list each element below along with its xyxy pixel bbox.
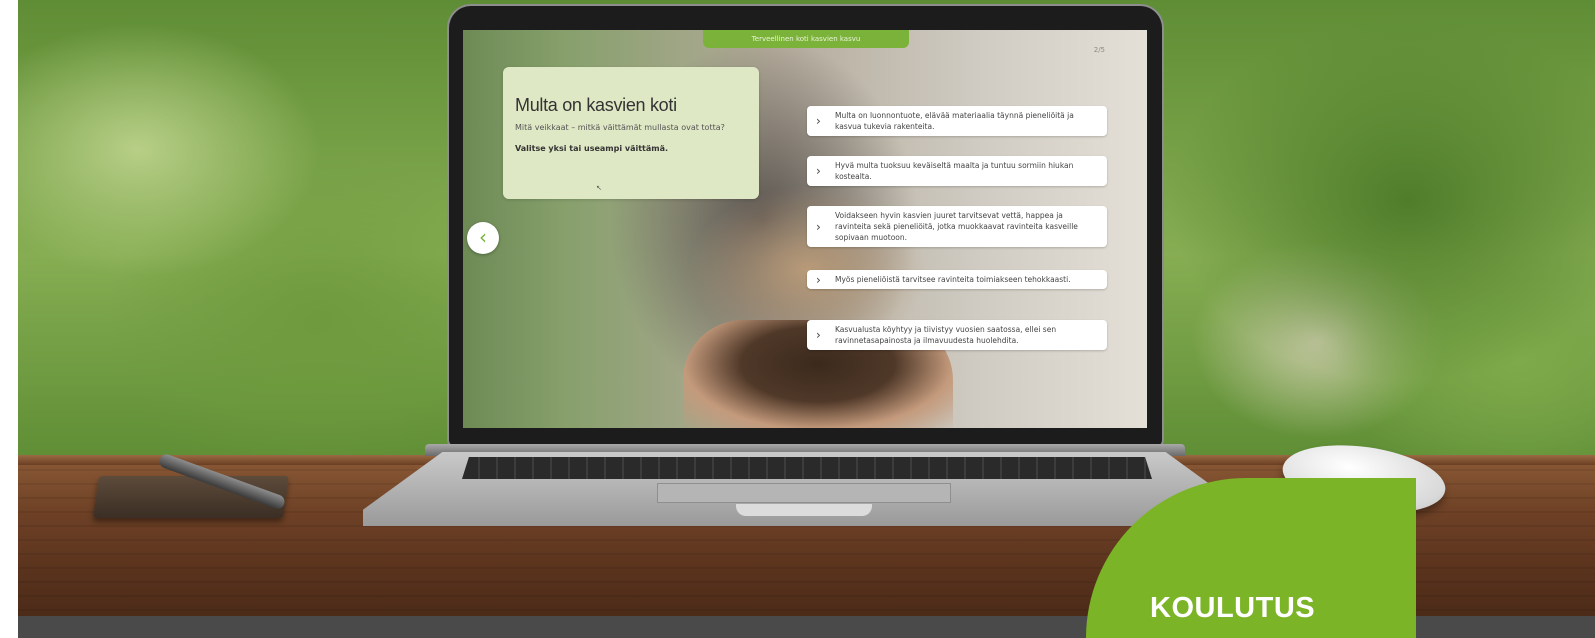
question-title: Multa on kasvien koti <box>515 95 677 115</box>
keyboard <box>462 457 1152 479</box>
laptop-screen: Terveellinen koti kasvien kasvu 2/5 Mult… <box>463 30 1147 428</box>
question-text: Mitä veikkaat – mitkä väittämät mullasta… <box>515 123 725 132</box>
answer-option[interactable]: › Kasvualusta köyhtyy ja tiivistyy vuosi… <box>807 320 1107 350</box>
page-counter: 2/5 <box>1093 46 1105 54</box>
answer-option-text: Voidakseen hyvin kasvien juuret tarvitse… <box>835 211 1078 242</box>
answer-option[interactable]: › Myös pieneliöistä tarvitsee ravinteita… <box>807 270 1107 289</box>
answer-option[interactable]: › Voidakseen hyvin kasvien juuret tarvit… <box>807 206 1107 247</box>
laptop-notch <box>736 504 872 516</box>
answer-option-text: Hyvä multa tuoksuu keväiseltä maalta ja … <box>835 161 1074 181</box>
question-card: Multa on kasvien koti Mitä veikkaat – mi… <box>503 67 759 199</box>
chevron-right-icon: › <box>816 164 821 178</box>
trackpad <box>657 483 951 503</box>
chevron-right-icon: › <box>816 272 821 287</box>
course-title-bar: Terveellinen koti kasvien kasvu <box>703 30 909 48</box>
answer-option[interactable]: › Multa on luonnontuote, elävää materiaa… <box>807 106 1107 136</box>
cursor-icon: ↖ <box>596 184 602 192</box>
chevron-right-icon: › <box>816 114 821 128</box>
answer-option-text: Kasvualusta köyhtyy ja tiivistyy vuosien… <box>835 325 1057 345</box>
answer-option-text: Myös pieneliöistä tarvitsee ravinteita t… <box>835 275 1071 284</box>
badge-label: KOULUTUS <box>1150 592 1316 624</box>
chevron-left-icon: ‹ <box>479 225 487 249</box>
back-button[interactable]: ‹ <box>467 222 499 254</box>
chevron-right-icon: › <box>816 328 821 342</box>
chevron-right-icon: › <box>816 219 821 234</box>
answer-option-text: Multa on luonnontuote, elävää materiaali… <box>835 111 1074 131</box>
answer-option[interactable]: › Hyvä multa tuoksuu keväiseltä maalta j… <box>807 156 1107 186</box>
question-instruction: Valitse yksi tai useampi väittämä. <box>515 144 669 153</box>
